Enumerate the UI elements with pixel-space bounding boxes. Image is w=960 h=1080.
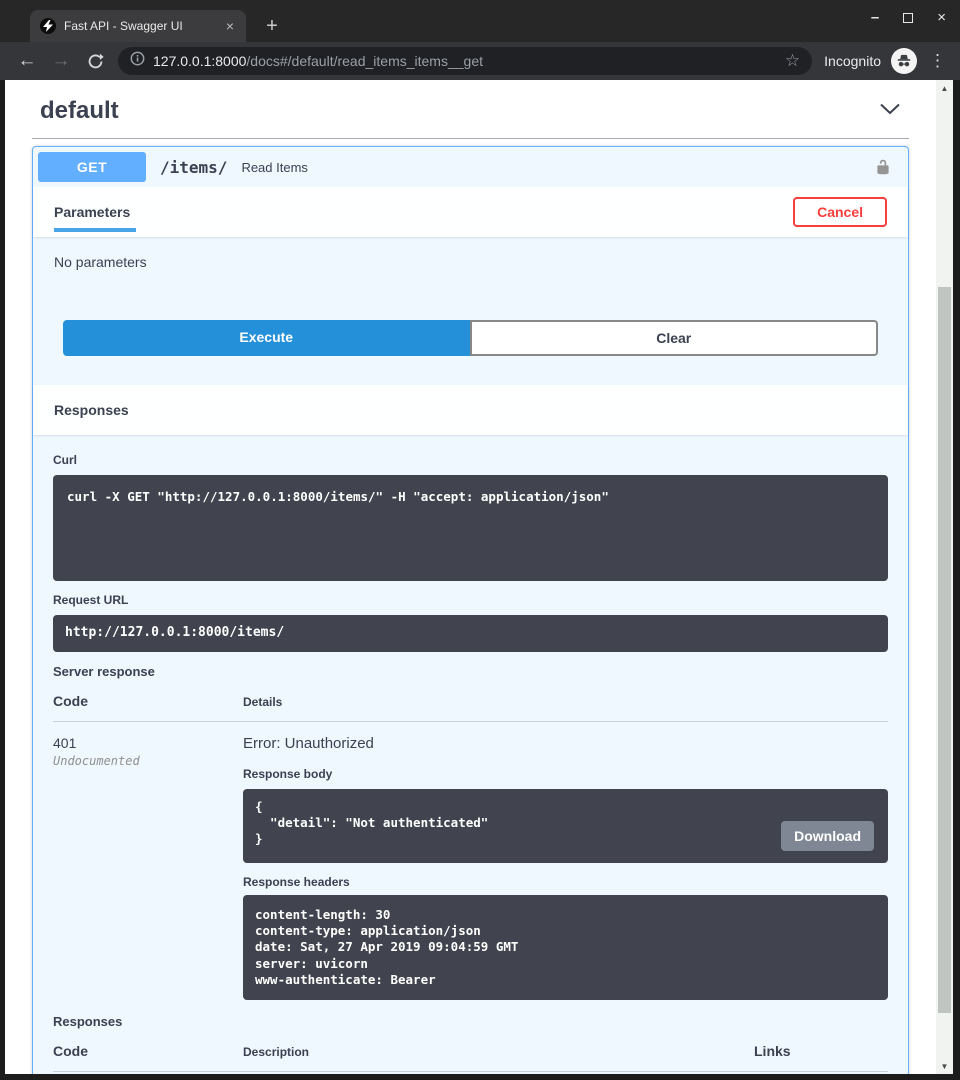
browser-toolbar: ← → 127.0.0.1:8000/docs#/default/read_it… [0, 42, 960, 80]
tab-parameters[interactable]: Parameters [54, 204, 130, 220]
table-row: 401 Undocumented Error: Unauthorized Res… [53, 722, 888, 1000]
window-controls: – × [871, 9, 946, 26]
parameters-header: Parameters Cancel [33, 187, 908, 237]
url-host: 127.0.0.1:8000 [153, 53, 246, 69]
curl-label: Curl [53, 453, 888, 467]
address-bar[interactable]: 127.0.0.1:8000/docs#/default/read_items_… [118, 47, 812, 75]
operation-path: /items/ [160, 158, 227, 177]
tab-title: Fast API - Swagger UI [64, 19, 222, 33]
execute-button-group: Execute Clear [63, 320, 878, 356]
page-scrollbar[interactable]: ▲ ▼ [936, 80, 953, 1074]
table-header-row: Code Details [53, 693, 888, 722]
tag-section-header[interactable]: default [32, 80, 909, 139]
browser-menu-icon[interactable]: ⋮ [929, 51, 946, 71]
opblock-get-items: GET /items/ Read Items Parameters Cancel… [32, 146, 909, 1074]
browser-window: Fast API - Swagger UI × + – × ← → [0, 0, 960, 1080]
incognito-icon [891, 48, 917, 74]
page-title: default [40, 97, 119, 125]
curl-command-block[interactable]: curl -X GET "http://127.0.0.1:8000/items… [53, 475, 888, 581]
error-title: Error: Unauthorized [243, 735, 888, 752]
execute-button[interactable]: Execute [63, 320, 470, 356]
scroll-up-icon[interactable]: ▲ [936, 80, 953, 96]
reload-icon[interactable] [82, 48, 108, 74]
operation-summary-text: Read Items [241, 160, 307, 175]
authorize-lock-icon[interactable] [875, 159, 891, 175]
fastapi-favicon-icon [40, 18, 56, 34]
clear-button[interactable]: Clear [470, 320, 879, 356]
status-code: 401 [53, 735, 243, 751]
close-window-button[interactable]: × [937, 9, 946, 26]
responses-header-label: Responses [54, 402, 129, 418]
scrollbar-thumb[interactable] [938, 287, 951, 1013]
incognito-label: Incognito [824, 53, 881, 69]
download-button[interactable]: Download [781, 821, 874, 851]
method-badge: GET [38, 152, 146, 182]
column-header-description: Description [243, 1045, 754, 1059]
response-headers-label: Response headers [243, 875, 888, 889]
no-parameters-text: No parameters [33, 237, 908, 270]
maximize-button[interactable] [903, 13, 913, 23]
column-header-code: Code [53, 693, 243, 709]
column-header-links: Links [754, 1043, 890, 1059]
column-header-code: Code [53, 1043, 243, 1059]
browser-tab[interactable]: Fast API - Swagger UI × [30, 10, 246, 42]
forward-icon[interactable]: → [48, 48, 74, 74]
response-body-json: { "detail": "Not authenticated" } [255, 799, 488, 847]
server-response-label: Server response [53, 664, 888, 679]
table-header-row: Code Description Links [53, 1043, 888, 1072]
response-body-block: { "detail": "Not authenticated" } Downloa… [243, 789, 888, 863]
responses-header: Responses [33, 385, 908, 435]
url-path: /docs#/default/read_items_items__get [246, 53, 483, 69]
cancel-button[interactable]: Cancel [793, 197, 887, 227]
swagger-page: default GET /items/ Read Items [5, 80, 936, 1074]
scroll-down-icon[interactable]: ▼ [936, 1058, 953, 1074]
response-headers-block: content-length: 30 content-type: applica… [243, 895, 888, 1000]
browser-tab-bar: Fast API - Swagger UI × + – × [0, 0, 960, 42]
column-header-details: Details [243, 695, 282, 709]
documented-responses-table: Code Description Links 200 Successful Re… [53, 1043, 888, 1074]
responses-body: Curl curl -X GET "http://127.0.0.1:8000/… [33, 435, 908, 1074]
new-tab-button[interactable]: + [260, 14, 284, 38]
back-icon[interactable]: ← [14, 48, 40, 74]
minimize-button[interactable]: – [871, 13, 879, 23]
table-row: 200 Successful Response No links [53, 1072, 888, 1074]
chevron-down-icon[interactable] [879, 102, 901, 120]
server-response-table: Code Details 401 Undocumented Error: Una… [53, 693, 888, 1000]
status-undocumented: Undocumented [53, 754, 243, 768]
operation-summary[interactable]: GET /items/ Read Items [33, 147, 908, 187]
url-text[interactable]: 127.0.0.1:8000/docs#/default/read_items_… [153, 53, 777, 69]
site-info-icon[interactable] [130, 51, 145, 71]
request-url-block: http://127.0.0.1:8000/items/ [53, 615, 888, 652]
response-body-label: Response body [243, 767, 888, 781]
documented-responses-label: Responses [53, 1014, 888, 1029]
bookmark-star-icon[interactable]: ☆ [785, 51, 800, 71]
close-tab-icon[interactable]: × [222, 18, 238, 34]
request-url-label: Request URL [53, 593, 888, 607]
